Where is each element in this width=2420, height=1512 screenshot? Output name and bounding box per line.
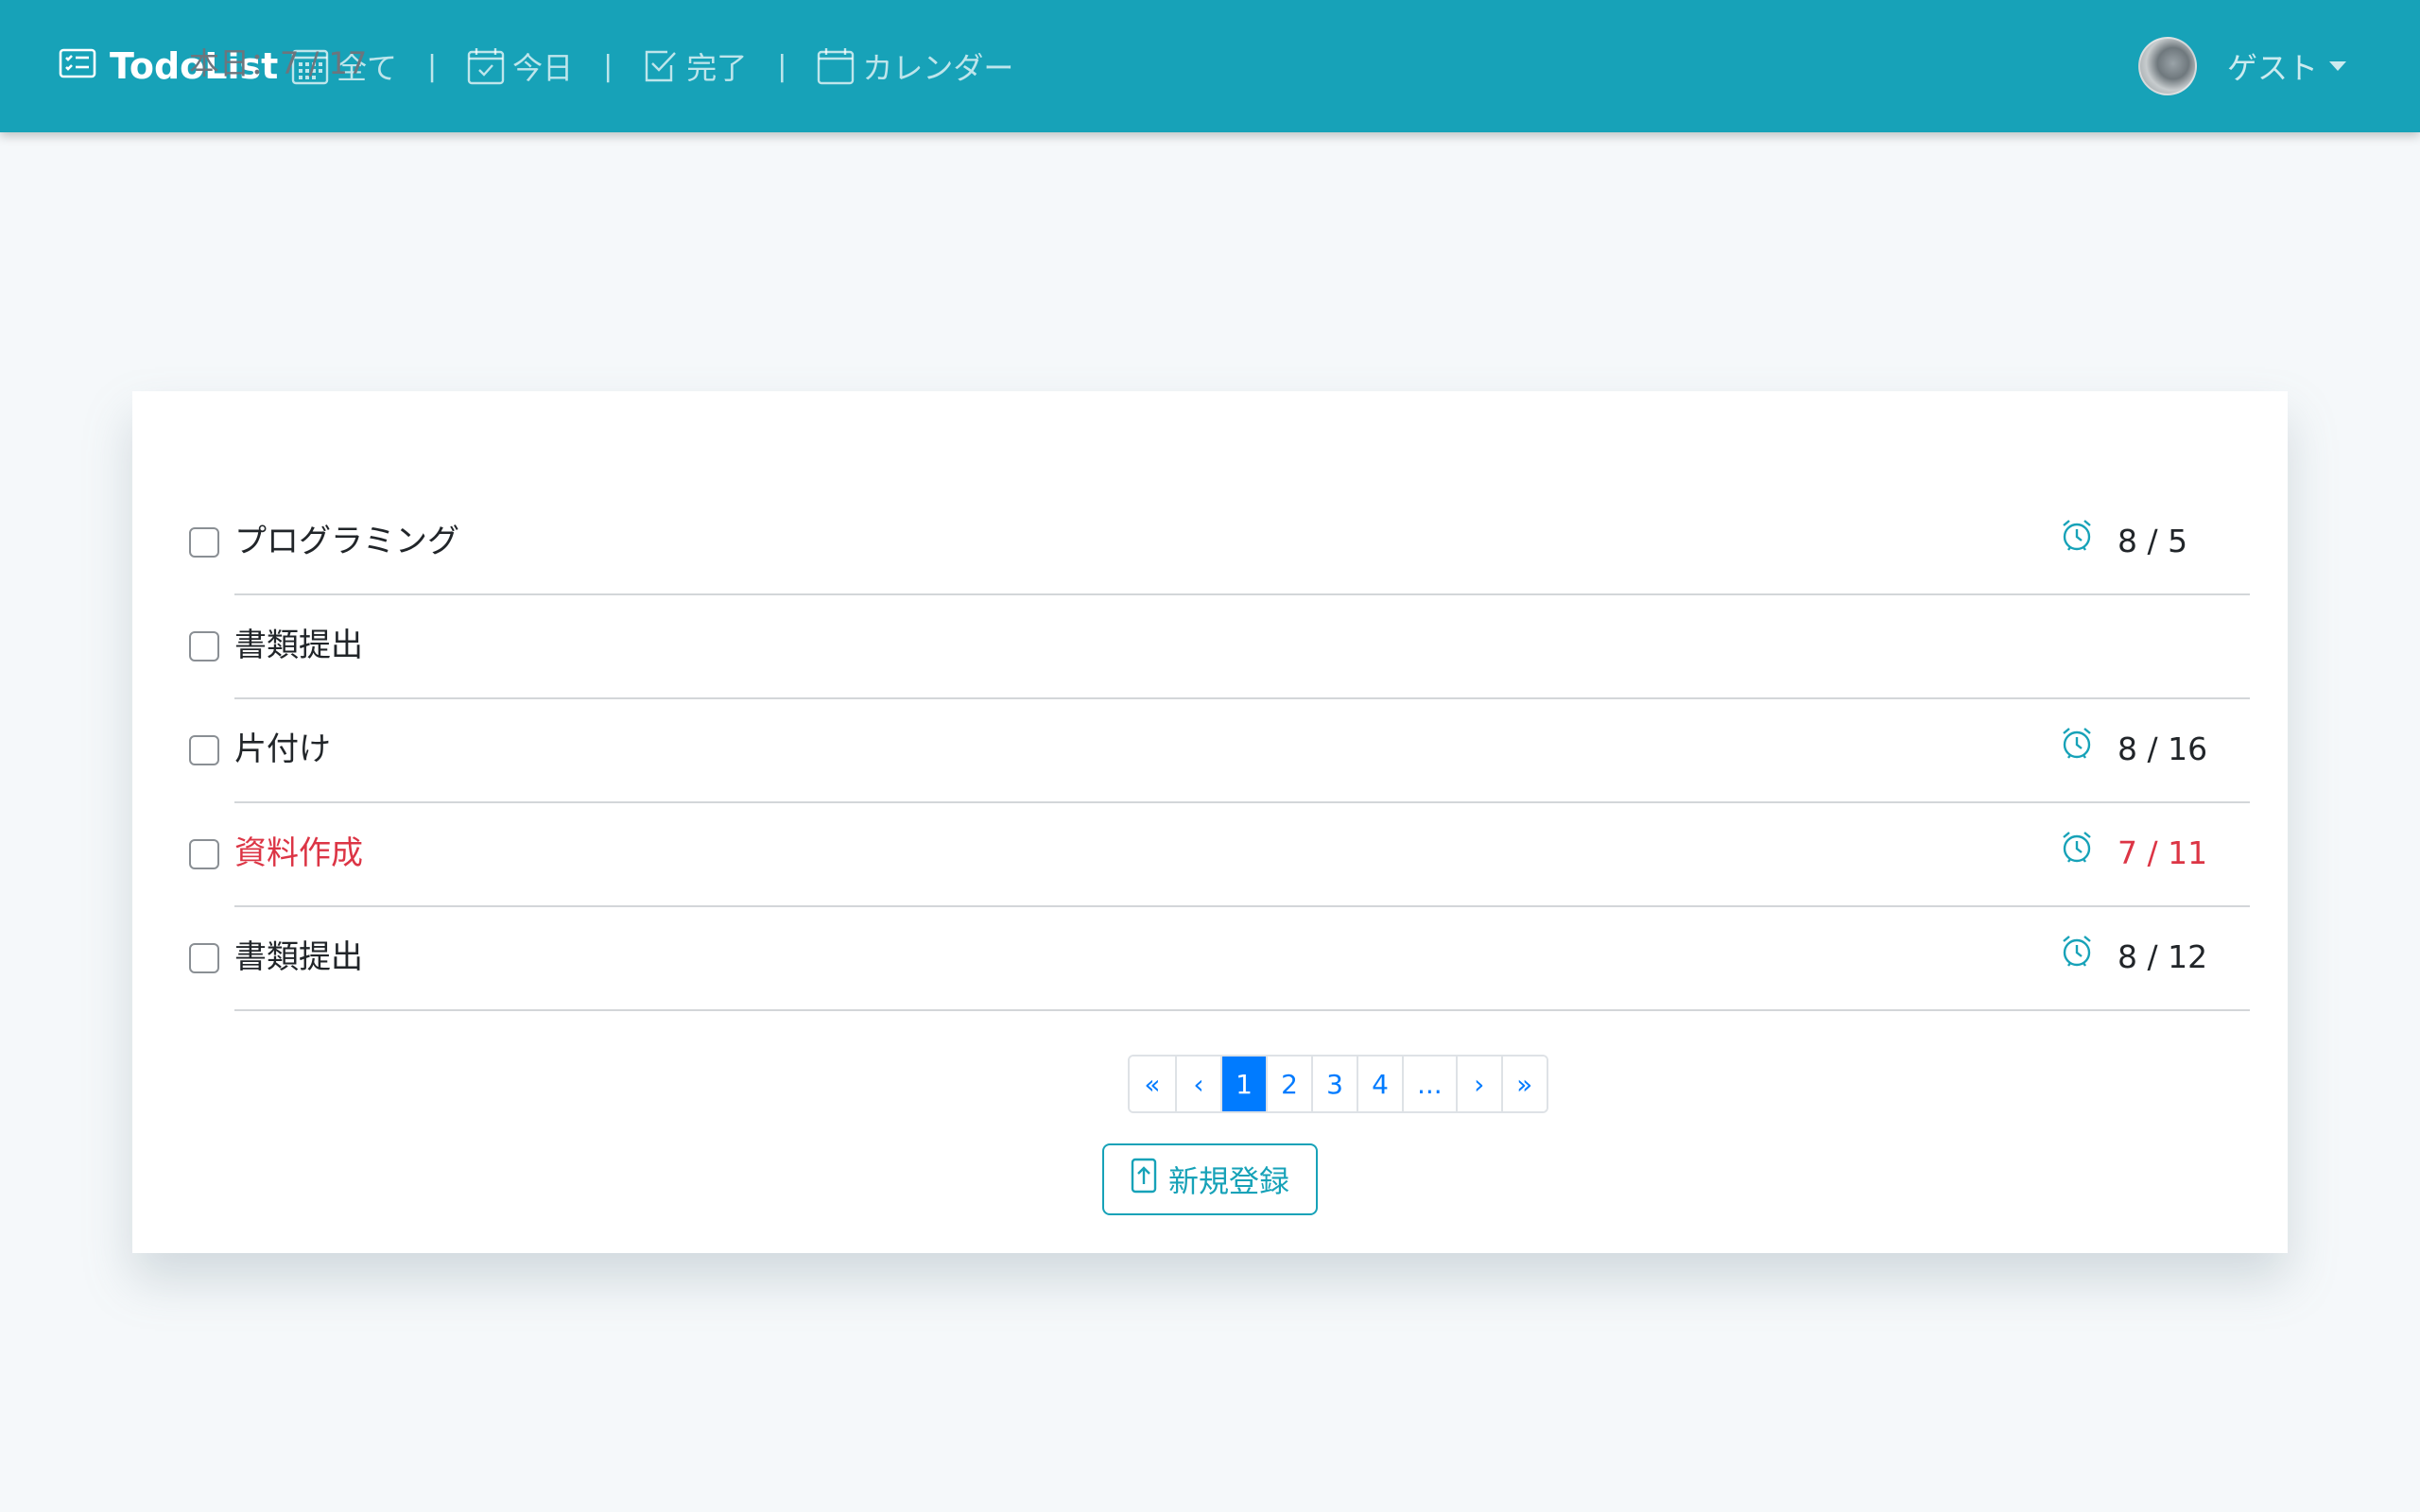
nav-links: 全て | 今日 | 完了 | カレンダー — [291, 0, 1013, 132]
alarm-clock-icon — [2061, 518, 2093, 565]
todo-card: 本日：7 / 17 プログラミング 8 / 5 書類提出 片付け 8 / 16 資料作成 7… — [132, 45, 2288, 1253]
alarm-clock-icon — [2061, 830, 2093, 877]
file-upload-icon — [1131, 1158, 1157, 1201]
page-button-4[interactable]: 4 — [1357, 1057, 1402, 1111]
todo-checkbox[interactable] — [189, 631, 219, 662]
todo-title[interactable]: 書類提出 — [234, 934, 363, 981]
page-first-button[interactable]: « — [1130, 1057, 1175, 1111]
todo-checkbox[interactable] — [189, 527, 219, 558]
todo-due: 8 / 5 — [2061, 518, 2187, 565]
todo-list: プログラミング 8 / 5 書類提出 片付け 8 / 16 資料作成 7 / 11 書類提出 8… — [132, 491, 2288, 1011]
user-dropdown[interactable]: ゲスト — [2227, 44, 2346, 88]
avatar[interactable] — [2137, 37, 2197, 95]
todo-due: 8 / 16 — [2061, 726, 2207, 773]
alarm-clock-icon — [2061, 934, 2093, 981]
todo-checkbox[interactable] — [189, 839, 219, 869]
user-area: ゲスト — [2137, 0, 2346, 132]
todo-due: 7 / 11 — [2061, 830, 2207, 877]
nav-link-completed-label: 完了 — [686, 50, 748, 86]
page-button-3[interactable]: 3 — [1311, 1057, 1357, 1111]
caret-down-icon — [2329, 61, 2346, 71]
todo-checkbox[interactable] — [189, 735, 219, 765]
page-prev-button[interactable]: ‹ — [1175, 1057, 1220, 1111]
nav-link-completed[interactable]: 完了 — [643, 44, 747, 88]
page-next-button[interactable]: › — [1455, 1057, 1501, 1111]
nav-link-calendar-label: カレンダー — [862, 50, 1014, 86]
today-date-label: 本日：7 / 17 — [189, 45, 368, 81]
todo-title[interactable]: プログラミング — [234, 518, 459, 565]
nav-link-today[interactable]: 今日 — [467, 44, 573, 88]
page-button-1[interactable]: 1 — [1220, 1057, 1266, 1111]
todo-divider — [234, 1009, 2250, 1011]
new-todo-button-label: 新規登録 — [1167, 1163, 1289, 1199]
page-ellipsis: ... — [1402, 1057, 1456, 1111]
page-button-2[interactable]: 2 — [1266, 1057, 1311, 1111]
check-square-icon — [643, 48, 679, 84]
todo-item: 書類提出 — [132, 595, 2288, 699]
todo-item: プログラミング 8 / 5 — [132, 491, 2288, 595]
todo-due-date: 7 / 11 — [2118, 834, 2208, 871]
calendar-check-icon — [467, 47, 505, 85]
todo-due-date: 8 / 5 — [2118, 523, 2188, 559]
todo-due-date: 8 / 12 — [2118, 938, 2208, 975]
nav-link-today-label: 今日 — [512, 50, 574, 86]
todo-item: 片付け 8 / 16 — [132, 699, 2288, 803]
nav-link-calendar[interactable]: カレンダー — [817, 44, 1013, 88]
todo-title[interactable]: 片付け — [234, 726, 331, 773]
todo-checkbox[interactable] — [189, 943, 219, 973]
todo-title[interactable]: 書類提出 — [234, 622, 363, 669]
todo-item: 書類提出 8 / 12 — [132, 907, 2288, 1011]
todo-title[interactable]: 資料作成 — [234, 830, 363, 877]
new-todo-button[interactable]: 新規登録 — [1102, 1143, 1318, 1215]
todo-due-date: 8 / 16 — [2118, 730, 2208, 767]
nav-separator: | — [427, 49, 438, 83]
nav-separator: | — [777, 49, 787, 83]
nav-separator: | — [603, 49, 614, 83]
alarm-clock-icon — [2061, 726, 2093, 773]
todo-item: 資料作成 7 / 11 — [132, 803, 2288, 907]
todo-due: 8 / 12 — [2061, 934, 2207, 981]
page-last-button[interactable]: » — [1500, 1057, 1547, 1111]
list-card-icon — [59, 45, 96, 87]
user-name: ゲスト — [2226, 50, 2318, 86]
calendar-icon — [817, 47, 855, 85]
pagination: « ‹ 1 2 3 4 ... › » — [1128, 1055, 1548, 1113]
